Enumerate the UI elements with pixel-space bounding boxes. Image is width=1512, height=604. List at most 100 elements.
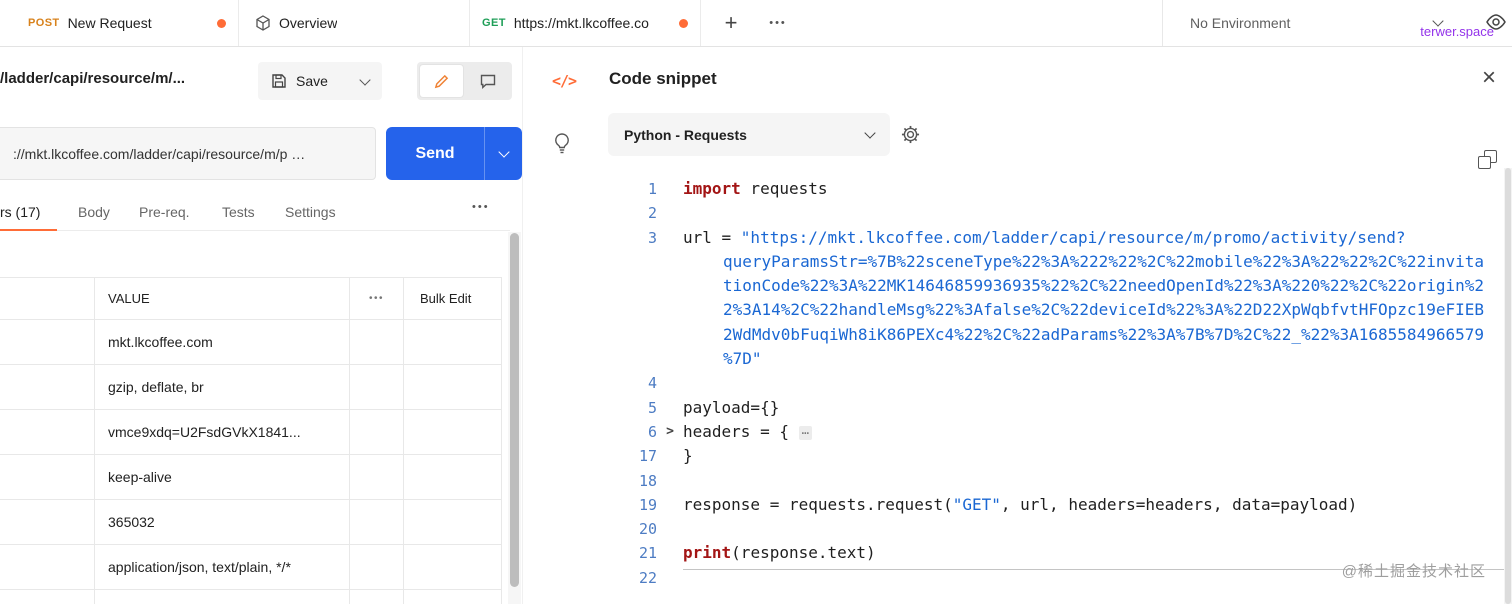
header-key-cell[interactable] <box>0 500 95 544</box>
code-line: 4 <box>523 371 1503 395</box>
row-options-cell[interactable] <box>350 410 404 454</box>
code-line: 5 payload={} <box>523 396 1503 420</box>
fold-gutter <box>657 298 683 322</box>
scrollbar-track[interactable] <box>508 232 521 604</box>
request-tab-get[interactable]: GET https://mkt.lkcoffee.co <box>470 0 701 46</box>
headers-table: VALUE ••• Bulk Edit mkt.lkcoffee.comgzip… <box>0 277 502 604</box>
row-extra-cell[interactable] <box>404 365 502 409</box>
row-extra-cell[interactable] <box>404 320 502 364</box>
url-input[interactable]: ://mkt.lkcoffee.com/ladder/capi/resource… <box>0 127 376 180</box>
scrollbar-thumb[interactable] <box>1505 168 1511 604</box>
tab-settings[interactable]: Settings <box>285 196 336 231</box>
tab-tests[interactable]: Tests <box>222 196 255 231</box>
send-button[interactable]: Send <box>386 127 522 180</box>
code-text: %7D" <box>683 347 762 371</box>
app-window: POST New Request Overview GET https://mk… <box>0 0 1512 604</box>
scrollbar-thumb[interactable] <box>510 233 519 587</box>
settings-gear-icon[interactable] <box>901 125 920 144</box>
copy-icon[interactable] <box>1478 150 1500 172</box>
row-extra-cell[interactable] <box>404 410 502 454</box>
column-options-icon[interactable]: ••• <box>350 278 404 319</box>
header-value-cell[interactable]: vmce9xdq=U2FsdGVkX1841... <box>95 410 350 454</box>
line-number <box>523 274 657 298</box>
fold-gutter <box>657 517 683 541</box>
request-name: /ladder/capi/resource/m/... <box>0 70 238 87</box>
table-row[interactable]: application/json, text/plain, */* <box>0 545 502 590</box>
new-tab-button[interactable]: + <box>716 8 746 38</box>
row-extra-cell[interactable] <box>404 500 502 544</box>
edit-button[interactable] <box>420 65 463 97</box>
table-row[interactable]: vmce9xdq=U2FsdGVkX1841... <box>0 410 502 455</box>
table-row <box>0 590 502 604</box>
unsaved-dot <box>217 19 226 28</box>
line-number: 20 <box>523 517 657 541</box>
tab-headers[interactable]: rs (17) <box>0 196 57 231</box>
code-lines: 1import requests23url = "https://mkt.lkc… <box>523 177 1503 590</box>
row-options-cell[interactable] <box>350 500 404 544</box>
send-options-button[interactable] <box>484 127 522 180</box>
key-column-header <box>0 278 95 319</box>
code-line: 2 <box>523 201 1503 225</box>
subtabs-more-options-icon[interactable]: ••• <box>472 201 490 213</box>
header-key-cell[interactable] <box>0 545 95 589</box>
line-number: 19 <box>523 493 657 517</box>
table-header-row: VALUE ••• Bulk Edit <box>0 277 502 320</box>
code-line: 17} <box>523 444 1503 468</box>
bulk-edit-button[interactable]: Bulk Edit <box>404 278 502 319</box>
header-key-cell[interactable] <box>0 410 95 454</box>
code-line: tionCode%22%3A%22MK14646859936935%22%2C%… <box>523 274 1503 298</box>
row-options-cell[interactable] <box>350 365 404 409</box>
line-number: 17 <box>523 444 657 468</box>
lightbulb-icon[interactable] <box>553 133 571 155</box>
header-value-cell[interactable]: 365032 <box>95 500 350 544</box>
environment-selector[interactable]: No Environment <box>1190 15 1290 31</box>
code-line: 18 <box>523 469 1503 493</box>
header-value-cell[interactable]: application/json, text/plain, */* <box>95 545 350 589</box>
tab-body[interactable]: Body <box>78 196 110 231</box>
code-text: url = "https://mkt.lkcoffee.com/ladder/c… <box>683 226 1405 250</box>
row-options-cell[interactable] <box>350 455 404 499</box>
header-value-cell[interactable]: gzip, deflate, br <box>95 365 350 409</box>
header-value-cell[interactable]: keep-alive <box>95 455 350 499</box>
line-number: 3 <box>523 226 657 250</box>
table-row[interactable]: gzip, deflate, br <box>0 365 502 410</box>
code-text: print(response.text) <box>683 541 876 565</box>
unsaved-dot <box>679 19 688 28</box>
divider <box>1162 0 1163 46</box>
row-extra-cell[interactable] <box>404 455 502 499</box>
table-row[interactable]: mkt.lkcoffee.com <box>0 320 502 365</box>
headers-table-body: mkt.lkcoffee.comgzip, deflate, brvmce9xd… <box>0 320 502 604</box>
fold-chevron-icon[interactable]: > <box>657 420 683 444</box>
account-watermark: terwer.space <box>1420 24 1494 39</box>
line-number: 6 <box>523 420 657 444</box>
language-select[interactable]: Python - Requests <box>608 113 890 156</box>
line-number: 4 <box>523 371 657 395</box>
fold-gutter <box>657 444 683 468</box>
save-button[interactable]: Save <box>258 62 382 100</box>
tab-overview[interactable]: Overview <box>239 0 470 46</box>
close-icon[interactable]: × <box>1473 63 1505 93</box>
tab-pre-request[interactable]: Pre-req. <box>139 196 190 231</box>
comment-icon <box>480 74 496 89</box>
tab-more-options-icon[interactable]: ••• <box>762 8 794 38</box>
comment-button[interactable] <box>466 65 509 97</box>
request-tab-new-request[interactable]: POST New Request <box>0 0 239 46</box>
chevron-down-icon[interactable] <box>359 74 370 85</box>
code-snippet-panel: </> Code snippet × Python - Requests 1im… <box>522 47 1512 604</box>
code-line: 2WdMdv0bFuqiWh8iK86PEXc4%22%2C%22adParam… <box>523 323 1503 347</box>
line-number: 5 <box>523 396 657 420</box>
method-badge-get: GET <box>482 17 506 29</box>
table-row[interactable]: 365032 <box>0 500 502 545</box>
table-row[interactable]: keep-alive <box>0 455 502 500</box>
scrollbar-track[interactable] <box>1504 168 1512 604</box>
code-line: %7D" <box>523 347 1503 371</box>
row-options-cell[interactable] <box>350 320 404 364</box>
header-key-cell[interactable] <box>0 320 95 364</box>
header-value-cell[interactable]: mkt.lkcoffee.com <box>95 320 350 364</box>
fold-gutter <box>657 347 683 371</box>
code-text: payload={} <box>683 396 779 420</box>
row-extra-cell[interactable] <box>404 545 502 589</box>
header-key-cell[interactable] <box>0 455 95 499</box>
header-key-cell[interactable] <box>0 365 95 409</box>
row-options-cell[interactable] <box>350 545 404 589</box>
